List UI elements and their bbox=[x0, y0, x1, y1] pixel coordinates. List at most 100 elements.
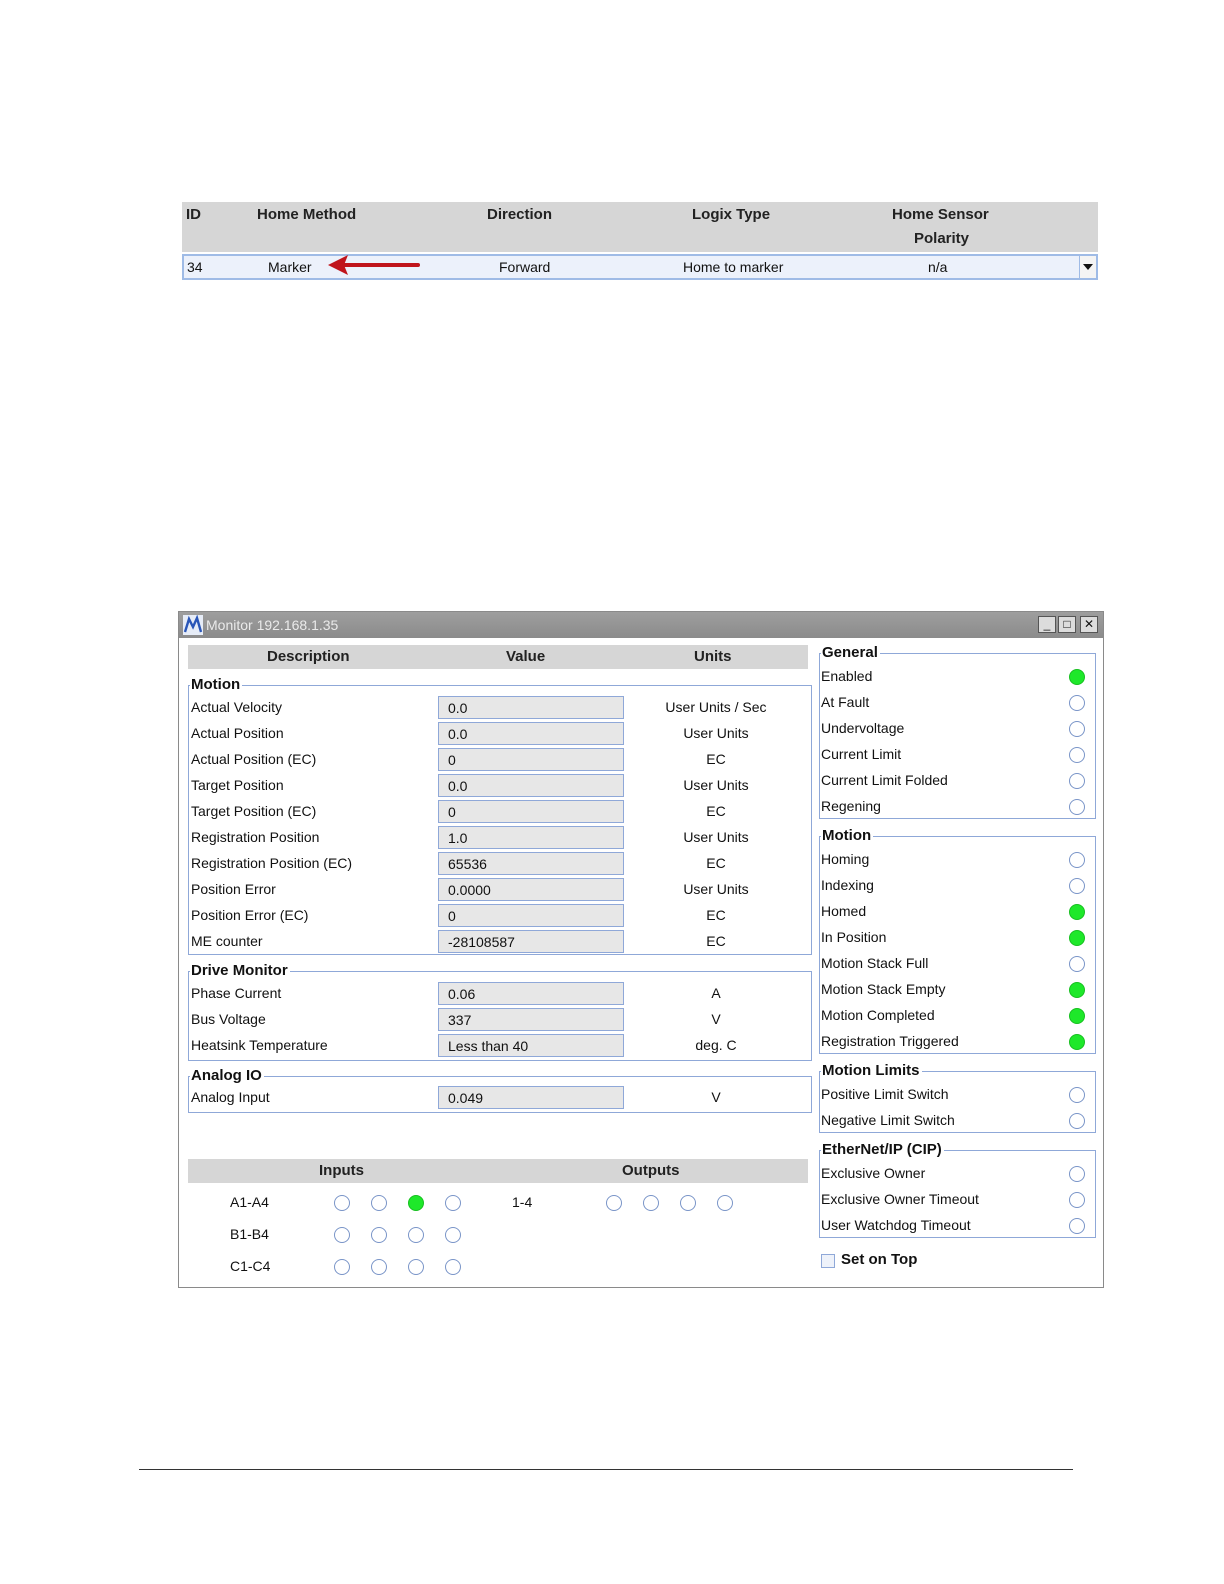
status-label: Current Limit bbox=[821, 746, 902, 762]
value-row-registration-position: Registration Position 1.0 User Units bbox=[189, 825, 811, 851]
output-led-indicator bbox=[606, 1195, 622, 1211]
status-led-indicator bbox=[1069, 1192, 1085, 1208]
header-home-sensor: Home Sensor bbox=[892, 206, 989, 223]
close-button[interactable]: ✕ bbox=[1080, 616, 1098, 633]
row-home-method: Marker bbox=[268, 259, 312, 275]
status-row-regening: Regening bbox=[820, 794, 1096, 820]
value-field[interactable]: 0 bbox=[438, 800, 624, 823]
row-description: Phase Current bbox=[191, 985, 282, 1001]
status-row-exclusive-owner: Exclusive Owner bbox=[820, 1161, 1096, 1187]
row-units: User Units bbox=[683, 777, 749, 793]
row-units: EC bbox=[706, 933, 726, 949]
status-group-title: Motion bbox=[821, 827, 874, 845]
status-row-undervoltage: Undervoltage bbox=[820, 716, 1096, 742]
row-id: 34 bbox=[187, 259, 203, 275]
column-value: Value bbox=[506, 648, 546, 665]
status-led-indicator bbox=[1069, 852, 1085, 868]
row-units: User Units bbox=[683, 829, 749, 845]
status-row-motion-stack-full: Motion Stack Full bbox=[820, 951, 1096, 977]
status-group-title: EtherNet/IP (CIP) bbox=[821, 1141, 944, 1159]
monitor-window: Monitor 192.168.1.35 _ □ ✕ Description V… bbox=[178, 611, 1104, 1288]
row-description: Position Error (EC) bbox=[191, 907, 309, 923]
value-field[interactable]: 0 bbox=[438, 904, 624, 927]
set-on-top-label: Set on Top bbox=[841, 1251, 918, 1268]
value-field[interactable]: 0.0 bbox=[438, 722, 624, 745]
status-row-positive-limit-switch: Positive Limit Switch bbox=[820, 1082, 1096, 1108]
annotation-arrow-icon bbox=[328, 255, 420, 275]
input-led-indicator bbox=[371, 1195, 387, 1211]
io-header: Inputs Outputs bbox=[188, 1159, 808, 1183]
row-description: Heatsink Temperature bbox=[191, 1037, 328, 1053]
set-on-top-checkbox[interactable] bbox=[821, 1254, 835, 1268]
row-units: User Units / Sec bbox=[665, 699, 767, 715]
value-row-target-position: Target Position 0.0 User Units bbox=[189, 773, 811, 799]
value-row-target-position-ec: Target Position (EC) 0 EC bbox=[189, 799, 811, 825]
input-led-indicator bbox=[371, 1227, 387, 1243]
value-row-actual-velocity: Actual Velocity 0.0 User Units / Sec bbox=[189, 695, 811, 721]
monitor-column-header: Description Value Units bbox=[188, 645, 808, 669]
value-row-actual-position: Actual Position 0.0 User Units bbox=[189, 721, 811, 747]
row-description: Analog Input bbox=[191, 1089, 270, 1105]
value-field[interactable]: Less than 40 bbox=[438, 1034, 624, 1057]
value-field[interactable]: 0 bbox=[438, 748, 624, 771]
value-field[interactable]: 337 bbox=[438, 1008, 624, 1031]
footer-divider bbox=[139, 1469, 1073, 1470]
home-table-row[interactable]: 34 Marker Forward Home to marker n/a bbox=[182, 254, 1098, 280]
status-led-indicator bbox=[1069, 1087, 1085, 1103]
status-group-motion-limits: Motion Limits Positive Limit Switch Negati… bbox=[819, 1062, 1096, 1133]
row-description: Actual Position bbox=[191, 725, 284, 741]
status-led-indicator bbox=[1069, 930, 1085, 946]
value-field[interactable]: 0.0 bbox=[438, 774, 624, 797]
status-led-indicator bbox=[1069, 1034, 1085, 1050]
value-field[interactable]: 0.06 bbox=[438, 982, 624, 1005]
status-led-indicator bbox=[1069, 747, 1085, 763]
output-led-indicator bbox=[717, 1195, 733, 1211]
status-label: Homed bbox=[821, 903, 867, 919]
status-led-indicator bbox=[1069, 878, 1085, 894]
status-label: Motion Stack Empty bbox=[821, 981, 946, 997]
status-row-exclusive-owner-timeout: Exclusive Owner Timeout bbox=[820, 1187, 1096, 1213]
row-description: Target Position (EC) bbox=[191, 803, 317, 819]
value-field[interactable]: 1.0 bbox=[438, 826, 624, 849]
title-bar[interactable]: Monitor 192.168.1.35 _ □ ✕ bbox=[179, 612, 1103, 638]
status-label: User Watchdog Timeout bbox=[821, 1217, 971, 1233]
status-label: Motion Completed bbox=[821, 1007, 935, 1023]
value-field[interactable]: 0.0 bbox=[438, 696, 624, 719]
status-label: Undervoltage bbox=[821, 720, 905, 736]
status-group-title: Motion Limits bbox=[821, 1062, 922, 1080]
value-field[interactable]: 0.049 bbox=[438, 1086, 624, 1109]
row-description: Bus Voltage bbox=[191, 1011, 266, 1027]
dropdown-arrow-icon[interactable] bbox=[1079, 256, 1096, 278]
column-description: Description bbox=[267, 648, 350, 665]
input-row-label: B1-B4 bbox=[230, 1226, 269, 1242]
header-direction: Direction bbox=[487, 206, 553, 223]
status-row-homed: Homed bbox=[820, 899, 1096, 925]
analog-io-group: Analog IO Analog Input 0.049 V bbox=[188, 1067, 812, 1113]
header-home-method: Home Method bbox=[257, 206, 357, 223]
minimize-button[interactable]: _ bbox=[1038, 616, 1056, 633]
value-field[interactable]: 65536 bbox=[438, 852, 624, 875]
status-row-at-fault: At Fault bbox=[820, 690, 1096, 716]
status-label: Regening bbox=[821, 798, 881, 814]
input-led-indicator bbox=[334, 1259, 350, 1275]
motion-group-title: Motion bbox=[190, 676, 243, 694]
value-row-actual-position-ec: Actual Position (EC) 0 EC bbox=[189, 747, 811, 773]
row-units: deg. C bbox=[695, 1037, 737, 1053]
input-led-indicator bbox=[408, 1259, 424, 1275]
input-led-indicator bbox=[408, 1227, 424, 1243]
input-row-label: C1-C4 bbox=[230, 1258, 271, 1274]
input-led-indicator bbox=[445, 1227, 461, 1243]
status-label: Indexing bbox=[821, 877, 874, 893]
maximize-button[interactable]: □ bbox=[1058, 616, 1076, 633]
status-label: Enabled bbox=[821, 668, 873, 684]
input-led-indicator bbox=[445, 1195, 461, 1211]
row-units: EC bbox=[706, 907, 726, 923]
status-row-current-limit-folded: Current Limit Folded bbox=[820, 768, 1096, 794]
output-led-indicator bbox=[643, 1195, 659, 1211]
value-field[interactable]: 0.0000 bbox=[438, 878, 624, 901]
status-row-motion-completed: Motion Completed bbox=[820, 1003, 1096, 1029]
value-field[interactable]: -28108587 bbox=[438, 930, 624, 953]
row-units: V bbox=[711, 1011, 721, 1027]
status-led-indicator bbox=[1069, 799, 1085, 815]
header-id: ID bbox=[186, 206, 201, 223]
